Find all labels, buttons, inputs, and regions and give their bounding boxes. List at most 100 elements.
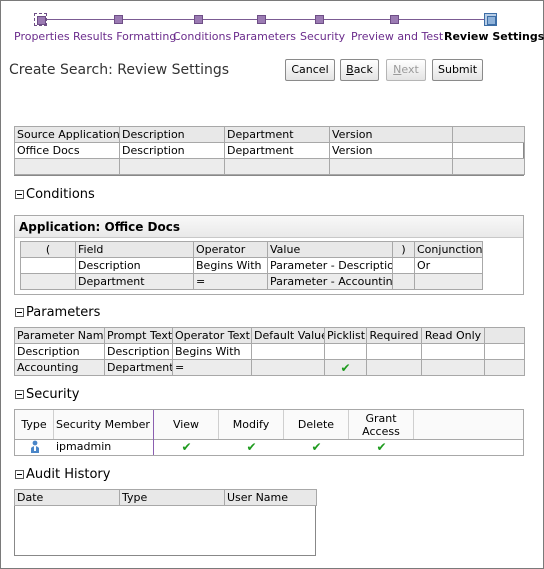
conditions-section-title: Conditions [26, 187, 95, 202]
column-header: Field [75, 241, 194, 258]
table-cell [392, 257, 415, 274]
table-row: Description Begins With Parameter - Desc… [20, 257, 483, 274]
conditions-section-header[interactable]: Conditions [15, 187, 95, 202]
table-cell: Or [414, 257, 483, 274]
table-cell: Department [224, 142, 330, 159]
column-header: Picklist [324, 327, 367, 344]
column-header: Parameter Name [14, 327, 105, 344]
table-row: ipmadmin ✔ ✔ ✔ ✔ [14, 439, 524, 456]
table-cell [414, 273, 483, 290]
audit-table: Date Type User Name [14, 489, 317, 506]
collapse-icon[interactable] [15, 308, 24, 317]
checkmark-icon: ✔ [311, 440, 322, 454]
column-header: Operator [193, 241, 268, 258]
table-cell [366, 359, 422, 376]
column-header: Read Only [421, 327, 485, 344]
table-cell [20, 257, 76, 274]
train-step-parameters[interactable]: Parameters [233, 30, 296, 43]
column-header: ( [20, 241, 76, 258]
parameters-section-header[interactable]: Parameters [15, 305, 100, 320]
column-header: View [154, 410, 219, 439]
table-cell: Parameter - Accounting [267, 273, 393, 290]
application-title: Application: Office Docs [15, 216, 523, 238]
source-table: Source Application Description Departmen… [14, 126, 525, 175]
table-cell: Version [329, 142, 453, 159]
train-node-parameters[interactable] [257, 15, 266, 24]
table-cell: Parameter - Description [267, 257, 393, 274]
table-cell: = [172, 359, 252, 376]
column-header: Conjunction [414, 241, 483, 258]
table-cell [392, 273, 415, 290]
column-header: Description [119, 126, 225, 143]
train-step-results-formatting[interactable]: Results Formatting [73, 30, 176, 43]
column-header: Date [14, 489, 120, 506]
conditions-table: ( Field Operator Value ) Conjunction Des… [20, 241, 483, 290]
column-header: User Name [224, 489, 317, 506]
collapse-icon[interactable] [15, 470, 24, 479]
column-header: Required [366, 327, 422, 344]
checkmark-icon: ✔ [246, 440, 257, 454]
table-cell [251, 359, 325, 376]
collapse-icon[interactable] [15, 390, 24, 399]
checkmark-icon: ✔ [376, 440, 387, 454]
table-cell: Description [14, 343, 105, 360]
picklist-cell: ✔ [324, 359, 367, 376]
train-step-review-settings: Review Settings [444, 30, 544, 43]
table-cell: Description [104, 343, 173, 360]
table-cell [20, 273, 76, 290]
column-header: ) [392, 241, 415, 258]
train-node-review-settings [484, 13, 497, 26]
table-cell: Accounting [14, 359, 105, 376]
train-node-security[interactable] [315, 15, 324, 24]
back-button[interactable]: Back [340, 59, 379, 81]
submit-button[interactable]: Submit [432, 59, 483, 81]
checkmark-icon: ✔ [340, 360, 351, 375]
column-header: Modify [219, 410, 284, 439]
train-node-preview-and-test[interactable] [390, 15, 399, 24]
column-header: Version [329, 126, 453, 143]
column-header: Delete [284, 410, 349, 439]
table-cell: Description [119, 142, 225, 159]
train-step-conditions[interactable]: Conditions [173, 30, 231, 43]
train-line [45, 19, 493, 20]
table-cell [452, 142, 525, 159]
security-section-header[interactable]: Security [15, 387, 79, 402]
column-header: Value [267, 241, 393, 258]
parameters-section-title: Parameters [26, 305, 101, 320]
table-row: Accounting Department = ✔ [14, 359, 525, 376]
table-cell [421, 359, 485, 376]
table-row: Office Docs Description Department Versi… [14, 142, 525, 159]
next-button: Next [386, 59, 426, 81]
train-node-properties[interactable] [34, 13, 47, 26]
collapse-icon[interactable] [15, 190, 24, 199]
checkmark-icon: ✔ [181, 440, 192, 454]
table-cell: Begins With [172, 343, 252, 360]
security-table-header: Type Security Member View Modify Delete … [14, 409, 524, 440]
column-header: Source Application [14, 126, 120, 143]
table-cell [251, 343, 325, 360]
train-step-preview-and-test[interactable]: Preview and Test [351, 30, 443, 43]
table-row: Description Description Begins With [14, 343, 525, 360]
table-row [14, 158, 525, 175]
audit-history-section-header[interactable]: Audit History [15, 467, 110, 482]
table-cell: Department [104, 359, 173, 376]
user-icon [15, 439, 54, 455]
table-row: Department = Parameter - Accounting [20, 273, 483, 290]
train-node-conditions[interactable] [194, 15, 203, 24]
train-step-properties[interactable]: Properties [14, 30, 70, 43]
table-cell [366, 343, 422, 360]
cancel-button[interactable]: Cancel [285, 59, 335, 81]
column-header [452, 126, 525, 143]
train-node-results-formatting[interactable] [114, 15, 123, 24]
parameters-table: Parameter Name Prompt Text Operator Text… [14, 327, 525, 376]
column-header: Prompt Text [104, 327, 173, 344]
table-cell: Office Docs [14, 142, 120, 159]
column-header: Security Member [54, 410, 154, 439]
column-header: Grant Access [349, 410, 414, 439]
table-cell: = [193, 273, 268, 290]
train-step-security[interactable]: Security [300, 30, 345, 43]
column-header: Type [15, 410, 54, 439]
page-title: Create Search: Review Settings [9, 62, 230, 78]
security-section-title: Security [26, 387, 80, 402]
column-header: Type [119, 489, 225, 506]
